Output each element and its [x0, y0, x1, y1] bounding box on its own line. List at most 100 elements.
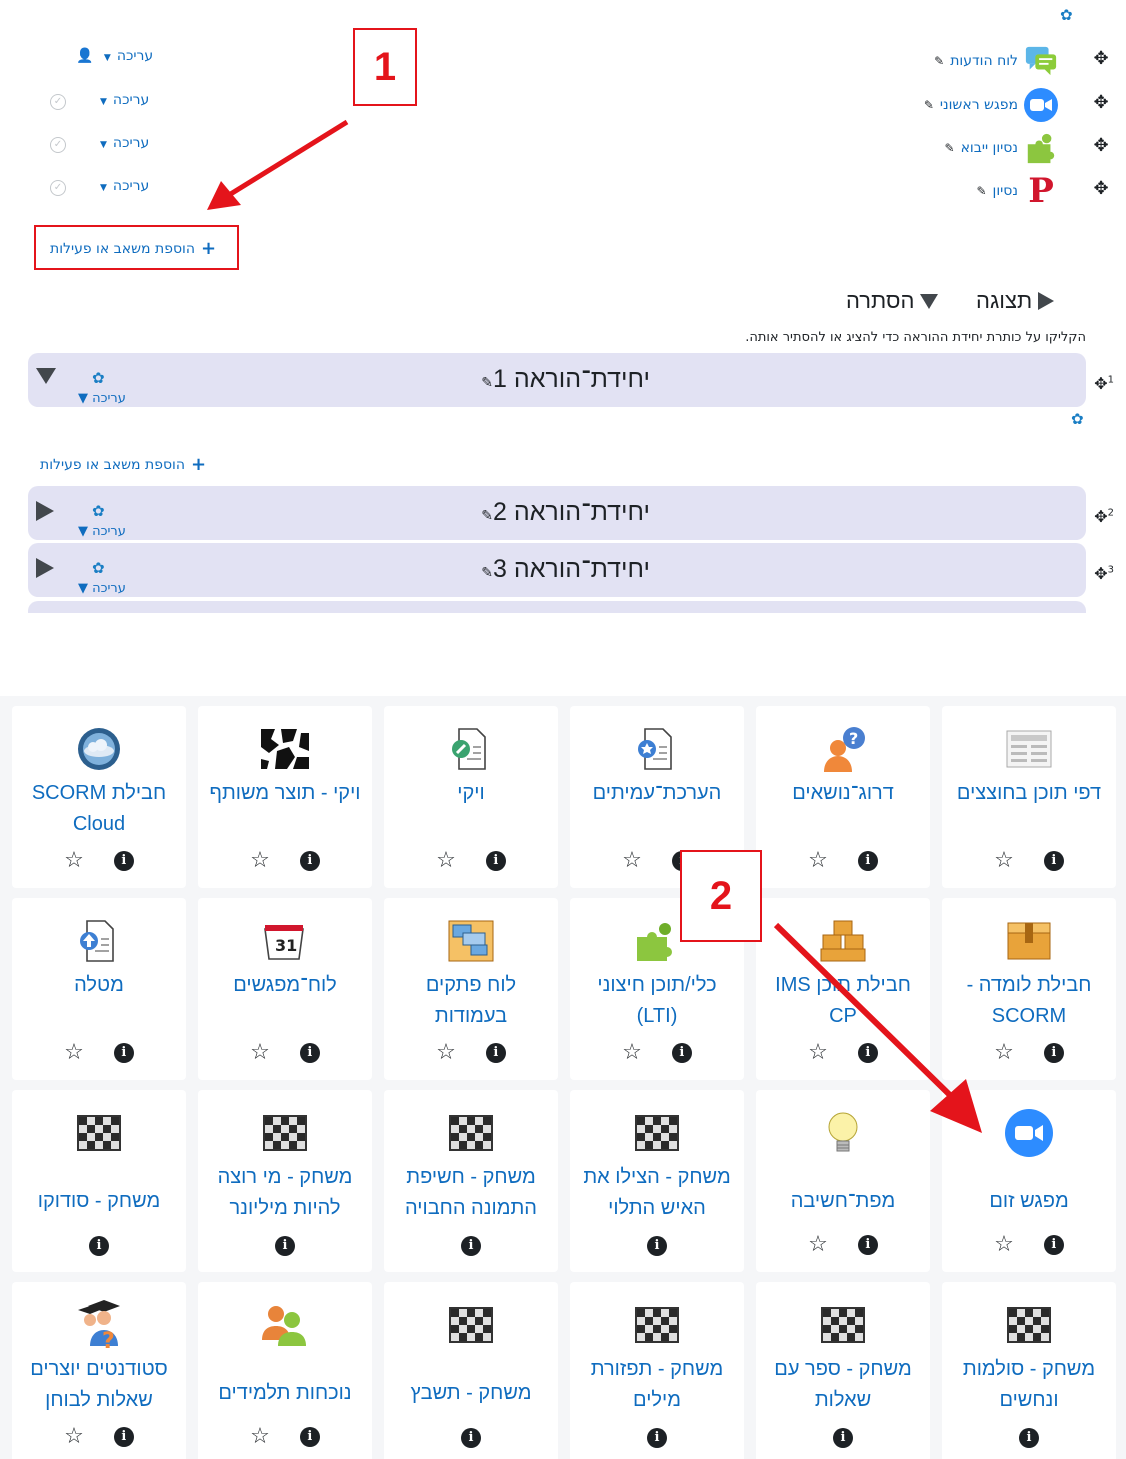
chooser-card-hangman[interactable]: משחק - הצילו את האיש התלוי i [570, 1090, 744, 1272]
section-title[interactable]: יחידת־הוראה 3✎ [473, 555, 650, 584]
section-move-3[interactable]: ✥3 [1094, 564, 1114, 583]
pencil-icon[interactable]: ✎ [481, 564, 493, 580]
info-icon[interactable]: i [299, 1043, 320, 1063]
pencil-icon[interactable]: ✎ [481, 507, 493, 523]
info-icon[interactable]: i [461, 1236, 481, 1256]
star-icon[interactable]: ☆ [994, 850, 1014, 872]
activity-name[interactable]: לוח הודעות [950, 53, 1018, 69]
section-bar-2[interactable]: ✿ עריכה ▼ יחידת־הוראה 2✎ [28, 486, 1086, 540]
info-icon[interactable]: i [113, 1427, 134, 1447]
add-activity-link[interactable]: + הוספת משאב או פעילות [50, 238, 216, 259]
completion-check-icon[interactable]: ✓ [50, 137, 66, 153]
info-icon[interactable]: i [485, 851, 506, 871]
info-icon[interactable]: i [299, 1427, 320, 1447]
star-icon[interactable]: ☆ [64, 850, 84, 872]
info-icon[interactable]: i [1019, 1428, 1039, 1448]
section-move-1[interactable]: ✥1 [1094, 374, 1114, 393]
completion-check-icon[interactable]: ✓ [50, 94, 66, 110]
info-icon[interactable]: i [275, 1236, 295, 1256]
chooser-card-sudoku[interactable]: משחק - סודוקו i [12, 1090, 186, 1272]
pencil-icon[interactable]: ✎ [481, 374, 493, 390]
section-bar-1[interactable]: ✿ עריכה ▼ יחידת־הוראה 1✎ [28, 353, 1086, 407]
edit-menu-zoom[interactable]: עריכה▼ [100, 92, 149, 108]
star-icon[interactable]: ☆ [64, 1426, 84, 1448]
info-icon[interactable]: i [461, 1428, 481, 1448]
star-icon[interactable]: ☆ [808, 850, 828, 872]
activity-row-p[interactable]: ✥ P נסיון ✎ [976, 171, 1108, 211]
star-icon[interactable]: ☆ [622, 1042, 642, 1064]
activity-row-puzzle[interactable]: ✥ נסיון ייבוא ✎ [945, 131, 1109, 165]
star-icon[interactable]: ☆ [64, 1042, 84, 1064]
info-icon[interactable]: i [647, 1236, 667, 1256]
section-move-2[interactable]: ✥2 [1094, 507, 1114, 526]
chooser-card-book[interactable]: דפי תוכן בחוצצים ☆ i [942, 706, 1116, 888]
chooser-card-millionaire[interactable]: משחק - מי רוצה להיות מיליונר i [198, 1090, 372, 1272]
move-icon[interactable]: ✥ [1092, 178, 1110, 199]
chooser-card-bookquiz[interactable]: משחק - ספר עם שאלות i [756, 1282, 930, 1459]
chooser-card-assign[interactable]: מטלה ☆ i [12, 898, 186, 1080]
pencil-icon[interactable]: ✎ [924, 98, 934, 112]
activity-row-forum[interactable]: ✥ לוח הודעות ✎ [934, 44, 1109, 78]
activity-name[interactable]: מפגש ראשוני [940, 97, 1018, 113]
move-icon[interactable]: ✥ [1092, 92, 1110, 113]
hide-all-toggle[interactable]: הסתרה [846, 288, 939, 314]
activity-name[interactable]: נסיון [993, 183, 1018, 199]
info-icon[interactable]: i [833, 1428, 853, 1448]
section-edit-menu[interactable]: עריכה ▼ [78, 581, 126, 596]
info-icon[interactable]: i [113, 851, 134, 871]
star-icon[interactable]: ☆ [994, 1234, 1014, 1256]
chooser-card-padlet[interactable]: לוח פתקים בעמודות ☆ i [384, 898, 558, 1080]
gear-icon[interactable]: ✿ [92, 504, 105, 519]
chooser-card-wiki[interactable]: ויקי ☆ i [384, 706, 558, 888]
gear-icon[interactable]: ✿ [92, 561, 105, 576]
star-icon[interactable]: ☆ [250, 1426, 270, 1448]
section-title[interactable]: יחידת־הוראה 2✎ [473, 498, 650, 527]
info-icon[interactable]: i [1043, 1235, 1064, 1255]
chooser-card-forum-rating[interactable]: ? דרוג־נושאים ☆ i [756, 706, 930, 888]
section-edit-menu[interactable]: עריכה ▼ [78, 524, 126, 539]
info-icon[interactable]: i [113, 1043, 134, 1063]
chooser-card-scheduler[interactable]: 31 לוח־מפגשים ☆ i [198, 898, 372, 1080]
pencil-icon[interactable]: ✎ [934, 54, 944, 68]
section-bar-3[interactable]: ✿ עריכה ▼ יחידת־הוראה 3✎ [28, 543, 1086, 597]
star-icon[interactable]: ☆ [622, 850, 642, 872]
activity-name[interactable]: נסיון ייבוא [961, 140, 1018, 156]
completion-check-icon[interactable]: ✓ [50, 180, 66, 196]
edit-menu-p[interactable]: עריכה▼ [100, 178, 149, 194]
move-icon[interactable]: ✥ [1092, 48, 1110, 69]
info-icon[interactable]: i [299, 851, 320, 871]
star-icon[interactable]: ☆ [436, 1042, 456, 1064]
gear-icon[interactable]: ✿ [1071, 412, 1084, 427]
chooser-card-studentquiz[interactable]: ? סטודנטים יוצרים שאלות לבוחן ☆ i [12, 1282, 186, 1459]
section-edit-menu[interactable]: עריכה ▼ [78, 391, 126, 406]
edit-menu-puzzle[interactable]: עריכה▼ [100, 135, 149, 151]
chooser-card-ouwiki[interactable]: ויקי - תוצר משותף ☆ i [198, 706, 372, 888]
gear-icon[interactable]: ✿ [92, 371, 105, 386]
move-icon[interactable]: ✥ [1092, 135, 1110, 156]
star-icon[interactable]: ☆ [250, 1042, 270, 1064]
section-bar-4-partial[interactable] [28, 601, 1086, 613]
info-icon[interactable]: i [1043, 851, 1064, 871]
expand-icon[interactable] [36, 501, 54, 521]
section-title[interactable]: יחידת־הוראה 1✎ [473, 365, 650, 394]
collapse-icon[interactable] [36, 368, 56, 384]
star-icon[interactable]: ☆ [250, 850, 270, 872]
add-activity-link-section-1[interactable]: + הוספת משאב או פעילות [40, 454, 206, 475]
star-icon[interactable]: ☆ [808, 1234, 828, 1256]
activity-row-zoom[interactable]: ✥ מפגש ראשוני ✎ [924, 88, 1109, 122]
info-icon[interactable]: i [1043, 1043, 1064, 1063]
info-icon[interactable]: i [671, 1043, 692, 1063]
info-icon[interactable]: i [647, 1428, 667, 1448]
chooser-card-wordsearch[interactable]: משחק - תפזורת מילים i [570, 1282, 744, 1459]
edit-menu-forum[interactable]: עריכה▼ 👤 [76, 48, 153, 64]
chooser-card-crossword[interactable]: משחק - תשבץ i [384, 1282, 558, 1459]
info-icon[interactable]: i [89, 1236, 109, 1256]
section-gear-icon[interactable]: ✿ [1060, 8, 1073, 23]
pencil-icon[interactable]: ✎ [945, 141, 955, 155]
star-icon[interactable]: ☆ [436, 850, 456, 872]
pencil-icon[interactable]: ✎ [976, 184, 986, 198]
expand-icon[interactable] [36, 558, 54, 578]
show-all-toggle[interactable]: תצוגה [976, 288, 1055, 314]
info-icon[interactable]: i [857, 1235, 878, 1255]
info-icon[interactable]: i [857, 851, 878, 871]
